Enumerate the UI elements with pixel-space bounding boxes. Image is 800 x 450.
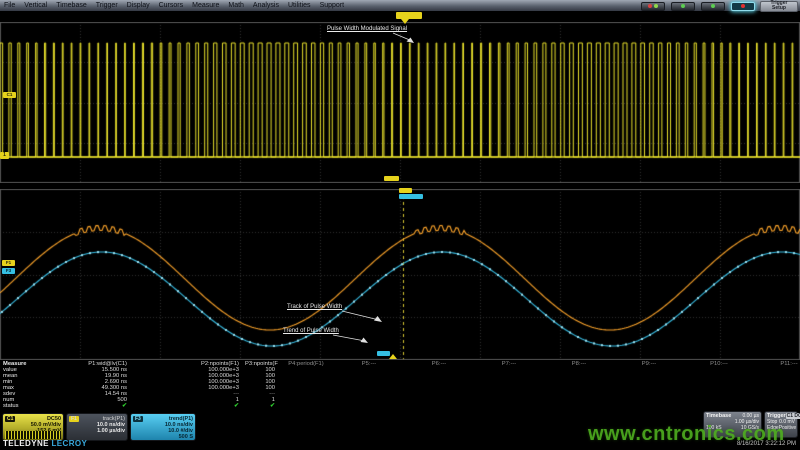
menu-item-timebase[interactable]: Timebase <box>56 0 86 11</box>
c1-coupling: DC50 <box>47 416 61 422</box>
measure-cell: ✔ <box>56 403 130 409</box>
c1-ground-marker[interactable]: 1 <box>0 152 9 159</box>
stop-acquisition-icon[interactable] <box>731 2 755 11</box>
menu-item-display[interactable]: Display <box>127 0 150 11</box>
aux-output-icon[interactable] <box>641 2 665 11</box>
f1-trace-badge[interactable]: F1 <box>2 260 15 266</box>
trigger-setup-label-2: Setup <box>772 6 786 11</box>
upper-grid-canvas[interactable] <box>0 22 800 183</box>
brand-logo: TELEDYNE LECROY <box>3 439 87 448</box>
c1-level-label: C1 <box>7 93 13 98</box>
measure-cell: ✔ <box>242 403 278 409</box>
f3-descriptor-box[interactable]: F3 trend(P1) 10.0 ns/div 10.0 #/div 500 … <box>130 413 196 441</box>
f1-id-chip: F1 <box>69 416 79 422</box>
annotation-trend-arrow <box>332 333 372 346</box>
cursor-badge-top[interactable] <box>384 176 399 181</box>
menu-item-trigger[interactable]: Trigger <box>96 0 118 11</box>
trigger-setup-button[interactable]: Trigger Setup <box>760 1 798 12</box>
oscilloscope-screen: File Vertical Timebase Trigger Display Cursor… <box>0 0 800 450</box>
f1-title: track(P1) <box>103 416 125 422</box>
menu-item-measure[interactable]: Measure <box>192 0 219 11</box>
f3-trace-badge[interactable]: F3 <box>2 268 15 274</box>
measure-cell <box>544 403 614 409</box>
measure-cell <box>754 403 800 409</box>
menu-item-cursors[interactable]: Cursors <box>159 0 184 11</box>
f3-title: trend(P1) <box>169 416 193 422</box>
lower-grid-canvas[interactable] <box>0 189 800 360</box>
watermark-text: www.cntronics.com <box>588 423 785 446</box>
f1-hdiv: 1.00 µs/div <box>69 428 125 434</box>
annotation-track: Track of Pulse Width <box>287 304 342 311</box>
cursor-badge-f3[interactable] <box>399 194 423 199</box>
measure-cell <box>614 403 684 409</box>
f1-trace-label: F1 <box>6 261 11 266</box>
brand-teledyne: TELEDYNE <box>3 439 49 448</box>
measure-cell <box>334 403 404 409</box>
trigger-time-badge[interactable] <box>396 12 422 19</box>
brand-lecroy: LECROY <box>52 439 88 448</box>
annotation-pwm-arrow <box>392 32 418 46</box>
menu-item-support[interactable]: Support <box>320 0 345 11</box>
toolbar-buttons <box>641 2 755 11</box>
f3-length: 500 S <box>133 434 193 440</box>
annotation-track-arrow <box>341 309 385 325</box>
annotation-trend: Trend of Pulse Width <box>283 328 339 335</box>
measure-row-label: status <box>0 403 56 409</box>
f3-id-chip: F3 <box>133 416 143 422</box>
measure-cell: ✔ <box>130 403 242 409</box>
c1-id-chip: C1 <box>5 416 15 422</box>
c1-descriptor-box[interactable]: C1 DC50 50.0 mV/div -152.6 mV <box>2 413 64 441</box>
c1-thumbnail-wave <box>5 431 61 439</box>
menu-item-analysis[interactable]: Analysis <box>253 0 279 11</box>
cursor-badge-f1[interactable] <box>399 188 412 193</box>
c1-ground-label: 1 <box>3 153 6 158</box>
measure-cell <box>684 403 754 409</box>
measure-table: MeasureP1:wid@lv(C1)P2:npoints(F1)P3:npo… <box>0 361 800 411</box>
f1-descriptor-box[interactable]: F1 track(P1) 10.0 ns/div 1.00 µs/div <box>66 413 128 441</box>
trigger-position-marker[interactable] <box>401 19 409 24</box>
c1-level-badge[interactable]: C1 <box>3 92 16 98</box>
menu-item-utilities[interactable]: Utilities <box>288 0 311 11</box>
trigger-delay-marker[interactable] <box>389 354 397 359</box>
toolbar: Trigger Setup <box>641 0 798 12</box>
timebase-title: Timebase <box>706 413 731 419</box>
touchscreen-icon[interactable] <box>671 2 695 11</box>
f3-trace-label: F3 <box>6 269 11 274</box>
measure-cell <box>404 403 474 409</box>
measure-cell <box>278 403 334 409</box>
measure-cell <box>474 403 544 409</box>
menu-item-math[interactable]: Math <box>228 0 244 11</box>
print-screen-icon[interactable] <box>701 2 725 11</box>
menu-item-vertical[interactable]: Vertical <box>24 0 47 11</box>
menu-item-file[interactable]: File <box>4 0 15 11</box>
